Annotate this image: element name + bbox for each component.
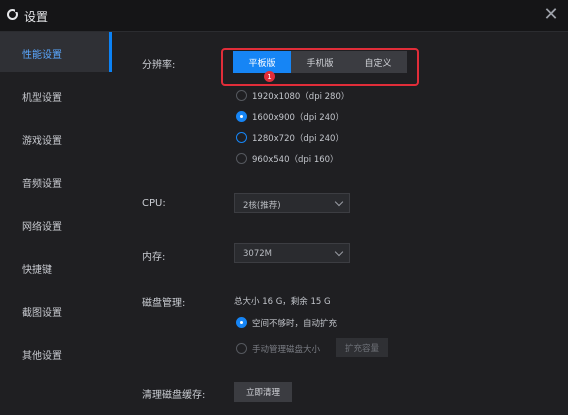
clear-cache-button[interactable]: 立即清理 [234,382,292,402]
disk-info: 总大小 16 G，剩余 15 G [234,297,331,307]
radio-label: 1280x720（dpi 240） [252,134,344,144]
chevron-down-icon [334,247,344,257]
cpu-value: 2核(推荐) [243,201,281,211]
sidebar-item-other[interactable]: 其他设置 [0,333,112,373]
step-badge: 1 [264,71,275,82]
chevron-down-icon [334,197,344,207]
tab-phone[interactable]: 手机版 [291,51,349,73]
cpu-select[interactable]: 2核(推荐) [234,193,350,213]
memory-value: 3072M [243,249,272,259]
radio-label: 1600x900（dpi 240） [252,113,344,123]
sidebar-item-label: 截图设置 [22,308,62,319]
radio-button[interactable] [236,132,247,143]
memory-select[interactable]: 3072M [234,243,350,263]
radio-button-checked[interactable] [236,111,247,122]
radio-button[interactable] [236,153,247,164]
tab-tablet[interactable]: 平板版 [233,51,291,73]
sidebar-item-label: 机型设置 [22,93,62,104]
cpu-label: CPU: [142,198,166,209]
radio-label: 960x540（dpi 160） [252,155,339,165]
sidebar: 性能设置 机型设置 游戏设置 音频设置 网络设置 快捷键 截图设置 其他设置 [0,32,112,415]
window-title: 设置 [24,10,49,24]
cache-label: 清理磁盘缓存: [142,390,206,401]
radio-button[interactable] [236,343,247,354]
app-logo-icon [7,8,19,20]
radio-button-checked[interactable] [236,317,247,328]
settings-panel: 分辨率: 平板版 手机版 自定义 1 1920x1080（dpi 280） 16… [112,32,568,415]
sidebar-item-performance[interactable]: 性能设置 [0,32,112,72]
radio-label: 空间不够时，自动扩充 [252,319,338,329]
radio-button[interactable] [236,90,247,101]
tab-custom[interactable]: 自定义 [349,51,407,73]
expand-capacity-button[interactable]: 扩充容量 [336,338,388,357]
sidebar-item-screenshot[interactable]: 截图设置 [0,290,112,330]
sidebar-item-label: 网络设置 [22,222,62,233]
sidebar-item-label: 音频设置 [22,179,62,190]
resolution-label: 分辨率: [142,60,176,71]
sidebar-item-device-model[interactable]: 机型设置 [0,75,112,115]
sidebar-item-label: 游戏设置 [22,136,62,147]
sidebar-item-audio[interactable]: 音频设置 [0,161,112,201]
memory-label: 内存: [142,252,166,263]
close-button[interactable]: ✕ [542,6,560,24]
sidebar-item-game[interactable]: 游戏设置 [0,118,112,158]
radio-label: 1920x1080（dpi 280） [252,92,350,102]
radio-label: 手动管理磁盘大小 [252,345,321,355]
sidebar-item-label: 性能设置 [22,50,62,61]
sidebar-item-label: 快捷键 [22,265,52,276]
sidebar-item-network[interactable]: 网络设置 [0,204,112,244]
resolution-mode-tabs: 平板版 手机版 自定义 [233,51,407,73]
title-bar: 设置 ✕ [0,0,568,32]
disk-label: 磁盘管理: [142,298,186,309]
sidebar-item-shortcuts[interactable]: 快捷键 [0,247,112,287]
sidebar-item-label: 其他设置 [22,351,62,362]
